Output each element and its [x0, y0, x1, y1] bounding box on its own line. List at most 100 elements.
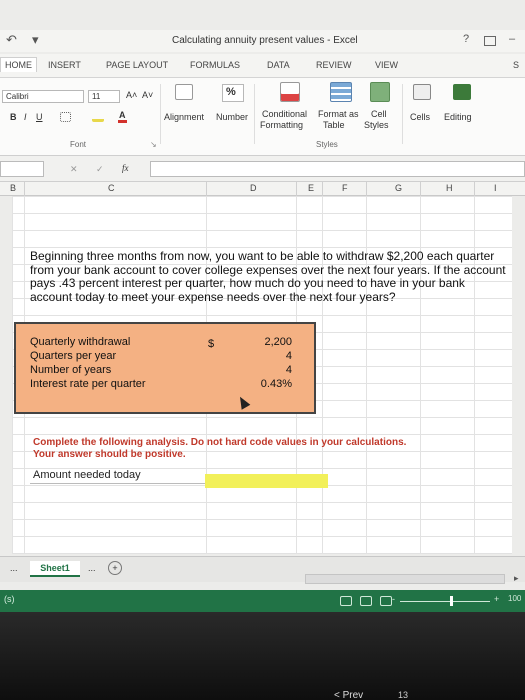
- horizontal-scrollbar[interactable]: [305, 574, 505, 584]
- input-label: Number of years: [30, 364, 112, 376]
- number-button[interactable]: Number: [216, 112, 248, 122]
- font-size-box[interactable]: 11: [88, 90, 120, 103]
- help-button[interactable]: ?: [463, 33, 469, 45]
- page-indicator: 13: [398, 690, 409, 700]
- alignment-icon[interactable]: [175, 84, 193, 100]
- input-value[interactable]: 0.43%: [261, 378, 292, 390]
- editing-button[interactable]: Editing: [444, 112, 472, 122]
- column-divider: [366, 182, 367, 196]
- column-divider: [420, 182, 421, 196]
- conditional-formatting-label[interactable]: Conditional: [262, 109, 307, 119]
- sheet-tab-sheet1[interactable]: Sheet1: [30, 561, 80, 577]
- page-layout-view-icon[interactable]: [360, 596, 372, 606]
- cells-button[interactable]: Cells: [410, 112, 430, 122]
- ribbon-display-icon[interactable]: [484, 36, 496, 46]
- column-divider: [24, 182, 25, 196]
- ribbon-separator: [160, 84, 161, 144]
- cancel-icon[interactable]: ✕: [70, 164, 78, 175]
- column-divider: [206, 182, 207, 196]
- status-text: (s): [4, 594, 15, 604]
- zoom-slider[interactable]: [400, 601, 490, 602]
- undo-icon[interactable]: ↶: [6, 32, 21, 48]
- conditional-formatting-icon[interactable]: [280, 82, 300, 102]
- tab-formulas[interactable]: FORMULAS: [190, 60, 240, 70]
- tab-view[interactable]: VIEW: [375, 60, 398, 70]
- minimize-button[interactable]: –: [509, 33, 515, 45]
- insert-function-icon[interactable]: fx: [122, 163, 129, 173]
- tab-signin[interactable]: S: [513, 60, 519, 70]
- format-as-table-label-2[interactable]: Table: [323, 120, 345, 130]
- formula-input[interactable]: [150, 161, 525, 177]
- font-dialog-launcher-icon[interactable]: ↘: [150, 140, 157, 149]
- title-bar: ↶ ▾ Calculating annuity present values -…: [0, 30, 525, 52]
- customize-quick-access-icon[interactable]: ▾: [32, 32, 43, 48]
- column-divider: [474, 182, 475, 196]
- shrink-font-button[interactable]: A˅: [142, 90, 153, 100]
- column-header-c[interactable]: C: [108, 183, 115, 193]
- font-group-label: Font: [70, 140, 87, 149]
- ribbon-tabs: HOME INSERT PAGE LAYOUT FORMULAS DATA RE…: [0, 54, 525, 78]
- tab-home[interactable]: HOME: [0, 57, 37, 72]
- ribbon-separator: [254, 84, 255, 144]
- inputs-table: Quarterly withdrawal $ 2,200 Quarters pe…: [14, 322, 316, 414]
- fill-color-icon[interactable]: [92, 112, 104, 122]
- zoom-level[interactable]: 100: [508, 594, 521, 603]
- answer-cell[interactable]: [205, 474, 328, 488]
- prev-button[interactable]: < Prev: [334, 690, 363, 700]
- column-header-f[interactable]: F: [342, 183, 348, 193]
- zoom-out-button[interactable]: -: [392, 594, 395, 604]
- column-header-h[interactable]: H: [446, 183, 453, 193]
- sheet-scroll-left[interactable]: ...: [10, 563, 18, 573]
- status-bar: (s) - + 100: [0, 590, 525, 612]
- column-header-i[interactable]: I: [494, 183, 497, 193]
- excel-window: ↶ ▾ Calculating annuity present values -…: [0, 0, 525, 700]
- styles-group-label: Styles: [316, 140, 338, 149]
- tab-page-layout[interactable]: PAGE LAYOUT: [106, 60, 168, 70]
- conditional-formatting-label-2[interactable]: Formatting: [260, 120, 303, 130]
- editing-icon[interactable]: [453, 84, 471, 100]
- font-name-box[interactable]: Calibri: [2, 90, 84, 103]
- screen-bezel: [0, 612, 525, 700]
- column-header-b[interactable]: B: [10, 183, 16, 193]
- number-format-icon[interactable]: %: [222, 84, 244, 102]
- cells-icon[interactable]: [413, 84, 431, 100]
- format-as-table-icon[interactable]: [330, 82, 352, 102]
- sheet-scroll-right[interactable]: ...: [88, 563, 96, 573]
- column-headers: B C D E F G H I: [0, 182, 525, 196]
- enter-icon[interactable]: ✓: [96, 164, 104, 175]
- name-box[interactable]: [0, 161, 44, 177]
- input-value[interactable]: 2,200: [264, 336, 292, 348]
- scroll-right-icon[interactable]: ▸: [514, 573, 519, 584]
- zoom-slider-thumb[interactable]: [450, 596, 453, 606]
- tab-insert[interactable]: INSERT: [48, 60, 81, 70]
- bold-button[interactable]: B: [10, 112, 17, 122]
- input-value[interactable]: 4: [286, 350, 292, 362]
- zoom-in-button[interactable]: +: [494, 594, 499, 604]
- grow-font-button[interactable]: A˄: [126, 90, 137, 100]
- add-sheet-button[interactable]: +: [108, 561, 122, 575]
- ribbon: Calibri 11 A˄ A˅ B I U A Font ↘ Alignmen…: [0, 78, 525, 156]
- alignment-button[interactable]: Alignment: [164, 112, 204, 122]
- column-header-d[interactable]: D: [250, 183, 257, 193]
- borders-icon[interactable]: [60, 112, 71, 122]
- format-as-table-label[interactable]: Format as: [318, 109, 359, 119]
- page-break-view-icon[interactable]: [380, 596, 392, 606]
- instructions: Complete the following analysis. Do not …: [33, 437, 503, 461]
- input-value[interactable]: 4: [286, 364, 292, 376]
- answer-label: Amount needed today: [33, 469, 141, 481]
- tab-review[interactable]: REVIEW: [316, 60, 352, 70]
- problem-statement: Beginning three months from now, you wan…: [30, 249, 506, 304]
- formula-bar: ✕ ✓ fx: [0, 156, 525, 182]
- italic-button[interactable]: I: [24, 112, 27, 122]
- column-header-g[interactable]: G: [395, 183, 402, 193]
- font-color-icon[interactable]: A: [118, 110, 127, 123]
- column-divider: [296, 182, 297, 196]
- column-header-e[interactable]: E: [308, 183, 314, 193]
- cell-styles-icon[interactable]: [370, 82, 390, 102]
- cell-styles-label[interactable]: Cell: [371, 109, 387, 119]
- underline-button[interactable]: U: [36, 112, 43, 122]
- input-label: Interest rate per quarter: [30, 378, 146, 390]
- cell-styles-label-2[interactable]: Styles: [364, 120, 389, 130]
- tab-data[interactable]: DATA: [267, 60, 290, 70]
- normal-view-icon[interactable]: [340, 596, 352, 606]
